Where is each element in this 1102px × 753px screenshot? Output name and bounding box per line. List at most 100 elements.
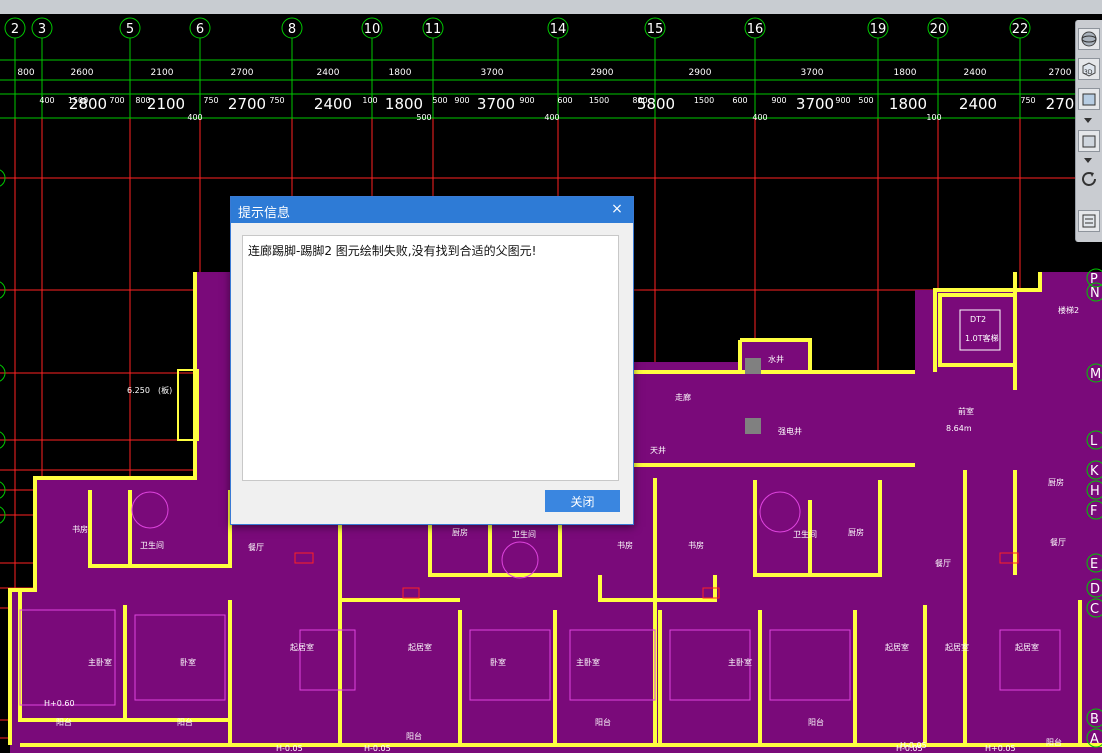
dialog-title: 提示信息 xyxy=(238,206,291,221)
info-dialog: 提示信息 × 连廊踢脚-踢脚2 图元绘制失败,没有找到合适的父图元! 关闭 xyxy=(230,196,634,525)
dimension-label: 2400 xyxy=(314,95,352,113)
dimension-label: 2400 xyxy=(959,95,997,113)
room-label: 餐厅 xyxy=(935,559,951,568)
room-label: 起居室 xyxy=(408,642,432,652)
axis-label: 2 xyxy=(11,22,19,37)
axis-label: K xyxy=(1090,464,1099,479)
room-label: 6.250 xyxy=(127,386,150,395)
room-label: 书房 xyxy=(688,540,704,550)
dimension-label: 2900 xyxy=(591,68,614,78)
axis-label: 11 xyxy=(425,22,442,37)
room-label: 书房 xyxy=(72,524,88,534)
room-label: 主卧室 xyxy=(576,657,600,667)
axis-label: 3 xyxy=(38,22,46,37)
3d-view-icon[interactable]: 3D xyxy=(1078,58,1100,80)
dimension-label: 2700 xyxy=(1049,68,1072,78)
room-label: 主卧室 xyxy=(88,657,112,667)
box-view-icon[interactable] xyxy=(1078,88,1100,110)
close-icon[interactable]: × xyxy=(607,199,627,219)
room-label: 8.64m xyxy=(946,424,972,433)
axis-label: A xyxy=(1090,732,1099,747)
dimension-label: 2600 xyxy=(71,68,94,78)
dialog-titlebar[interactable]: 提示信息 × xyxy=(231,197,633,223)
dimension-label: 400 xyxy=(752,113,767,122)
dimension-label: 900 xyxy=(771,96,786,105)
dimension-label: 3700 xyxy=(796,95,834,113)
axis-label: L xyxy=(1090,434,1098,449)
box-view-icon[interactable] xyxy=(1078,130,1100,152)
axis-label: 15 xyxy=(647,22,664,37)
dimension-label: 800 xyxy=(632,96,647,105)
dimension-label: 3700 xyxy=(477,95,515,113)
dimension-label: 700 xyxy=(109,96,124,105)
dimension-label: 900 xyxy=(454,96,469,105)
axis-label: 10 xyxy=(364,22,381,37)
dimension-label: 750 xyxy=(203,96,218,105)
dimension-label: 600 xyxy=(732,96,747,105)
room-label: 书房 xyxy=(617,540,633,550)
dimension-label: 1800 xyxy=(894,68,917,78)
dimension-label: 1800 xyxy=(385,95,423,113)
dimension-label: 800 xyxy=(135,96,150,105)
axis-label: F xyxy=(1090,504,1097,519)
room-label: 走廊 xyxy=(675,392,691,402)
elevation-label: H+0.05 xyxy=(985,744,1016,753)
room-label: 阳台 xyxy=(177,717,193,727)
room-label: 卫生间 xyxy=(140,540,164,550)
room-label: 起居室 xyxy=(885,642,909,652)
axis-label: 5 xyxy=(126,22,134,37)
dimension-labels: 800 2600 2100 2700 2400 1800 3700 2900 2900 3700 1… xyxy=(17,68,1074,122)
room-label: 天井 xyxy=(650,445,666,455)
settings-view-icon[interactable] xyxy=(1078,210,1100,232)
room-label: 卫生间 xyxy=(512,529,536,539)
dimension-label: 400 xyxy=(39,96,54,105)
elevation-label: H-0.05 xyxy=(900,741,927,750)
dimension-label: 2900 xyxy=(689,68,712,78)
close-button[interactable]: 关闭 xyxy=(545,490,620,512)
svg-text:3D: 3D xyxy=(1084,69,1093,76)
room-label: (板) xyxy=(158,385,172,395)
view-toolbar: 3D xyxy=(1075,20,1102,242)
dimension-label: 600 xyxy=(557,96,572,105)
dimension-label: 100 xyxy=(362,96,377,105)
left-axis-bubbles xyxy=(0,169,6,524)
room-label: 卧室 xyxy=(180,657,196,667)
axis-label: B xyxy=(1090,712,1099,727)
dimension-label: 1800 xyxy=(889,95,927,113)
dimension-label: 2700 xyxy=(228,95,266,113)
axis-label: D xyxy=(1090,582,1100,597)
dimension-label: 1800 xyxy=(389,68,412,78)
dimension-label: 2100 xyxy=(151,68,174,78)
dimension-label: 2400 xyxy=(317,68,340,78)
rotate-icon[interactable] xyxy=(1078,168,1100,190)
dimension-label: 500 xyxy=(858,96,873,105)
dimension-label: 500 xyxy=(432,96,447,105)
elevation-label: H-0.05 xyxy=(276,744,303,753)
dialog-message: 连廊踢脚-踢脚2 图元绘制失败,没有找到合适的父图元! xyxy=(248,244,537,258)
axis-label: 6 xyxy=(196,22,204,37)
room-label: 水井 xyxy=(768,354,784,364)
dimension-label: 270 xyxy=(1046,95,1075,113)
dimension-label: 3700 xyxy=(481,68,504,78)
dimension-label: 750 xyxy=(269,96,284,105)
room-label: 厨房 xyxy=(1048,477,1064,487)
room-label: 厨房 xyxy=(848,527,864,537)
dialog-message-box: 连廊踢脚-踢脚2 图元绘制失败,没有找到合适的父图元! xyxy=(242,235,619,481)
room-label: 强电井 xyxy=(778,426,802,436)
orbit-icon[interactable] xyxy=(1078,28,1100,50)
chevron-down-icon[interactable] xyxy=(1084,158,1092,163)
axis-label: 22 xyxy=(1012,22,1029,37)
chevron-down-icon[interactable] xyxy=(1084,118,1092,123)
axis-label: N xyxy=(1090,286,1100,301)
axis-label: M xyxy=(1090,367,1101,382)
dimension-label: 2700 xyxy=(231,68,254,78)
dimension-label: 900 xyxy=(835,96,850,105)
elevation-label: H+0.60 xyxy=(44,699,75,708)
room-label: 主卧室 xyxy=(728,657,752,667)
dimension-label: 1500 xyxy=(694,96,714,105)
dimension-label: 100 xyxy=(926,113,941,122)
room-label: 起居室 xyxy=(945,642,969,652)
room-label: 阳台 xyxy=(406,731,422,741)
room-label: 起居室 xyxy=(290,642,314,652)
room-label: DT2 xyxy=(970,315,986,324)
